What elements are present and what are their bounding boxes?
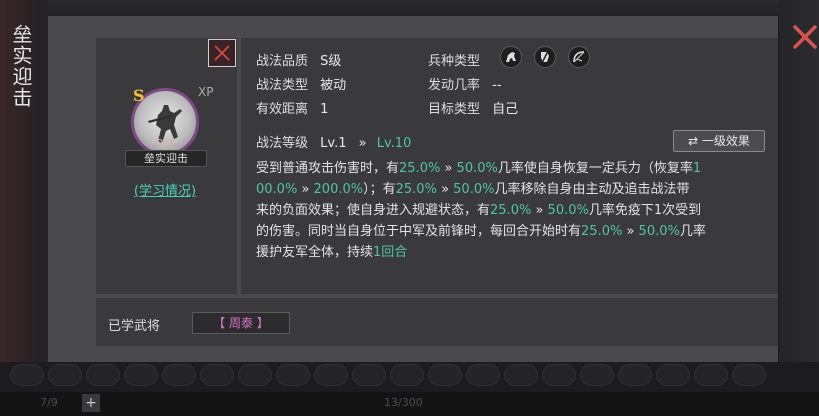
range-label: 有效距离 <box>256 102 309 117</box>
level-label: 战法等级 <box>256 136 309 151</box>
level-current: Lv.1 <box>320 136 347 151</box>
troop-label: 兵种类型 <box>428 54 481 69</box>
learned-generals-label: 已学武将 <box>108 319 161 334</box>
background-card-strip <box>0 364 819 386</box>
learned-count: 0/1 <box>156 137 176 151</box>
quality-value: S级 <box>320 54 342 69</box>
description-line: 援护友军全体，持续1回合 <box>256 245 408 260</box>
remove-button[interactable] <box>208 39 236 67</box>
range-value: 1 <box>320 102 329 117</box>
quality-row: 战法品质 S级 <box>256 50 341 69</box>
rate-label: 发动几率 <box>428 78 481 93</box>
top-background <box>0 0 819 16</box>
target-value: 自己 <box>492 102 519 117</box>
general-chip[interactable]: 【 周泰 】 <box>192 312 290 334</box>
study-status-link[interactable]: (学习情况) <box>128 180 202 199</box>
type-label: 战法类型 <box>256 78 309 93</box>
level-max: Lv.10 <box>376 136 412 151</box>
target-label: 目标类型 <box>428 102 481 117</box>
level-arrow: » <box>358 136 367 151</box>
rate-row: 发动几率 -- <box>428 74 502 93</box>
rate-value: -- <box>492 78 502 93</box>
bottom-toolbar: 7/9 + 13/300 <box>0 392 819 416</box>
level-row: 战法等级 Lv.1 » Lv.10 <box>256 132 411 151</box>
description-line: 受到普通攻击伤害时，有25.0% » 50.0%几率使自身恢复一定兵力（恢复率1 <box>256 161 702 176</box>
close-icon[interactable] <box>792 24 818 50</box>
right-background <box>779 0 819 416</box>
type-row: 战法类型 被动 <box>256 74 346 93</box>
count-indicator: 13/300 <box>384 396 423 409</box>
grade-badge: S <box>133 86 145 105</box>
quality-label: 战法品质 <box>256 54 309 69</box>
page-indicator: 7/9 <box>40 396 58 409</box>
add-button[interactable]: + <box>82 394 100 412</box>
target-row: 目标类型 自己 <box>428 98 518 117</box>
skill-title: 垒实迎击 <box>9 24 33 108</box>
skill-name-banner: 垒实迎击 <box>125 150 207 167</box>
cavalry-icon <box>500 46 522 68</box>
level-effect-toggle-button[interactable]: ⇄ 一级效果 <box>673 130 765 152</box>
description-line: 00.0% » 200.0%）；有25.0% » 50.0%几率移除自身由主动及… <box>256 182 690 197</box>
shield-icon <box>534 46 556 68</box>
xp-label: XP <box>198 85 214 99</box>
range-row: 有效距离 1 <box>256 98 328 117</box>
description-line: 的伤害。同时当自身位于中军及前锋时，每回合开始时有25.0% » 50.0%几率 <box>256 224 706 239</box>
description-line: 来的负面效果；使自身进入规避状态，有25.0% » 50.0%几率免疫下1次受到 <box>256 203 702 218</box>
type-value: 被动 <box>320 78 347 93</box>
bow-icon <box>568 46 590 68</box>
troop-row: 兵种类型 <box>428 50 480 69</box>
close-icon <box>214 45 230 61</box>
